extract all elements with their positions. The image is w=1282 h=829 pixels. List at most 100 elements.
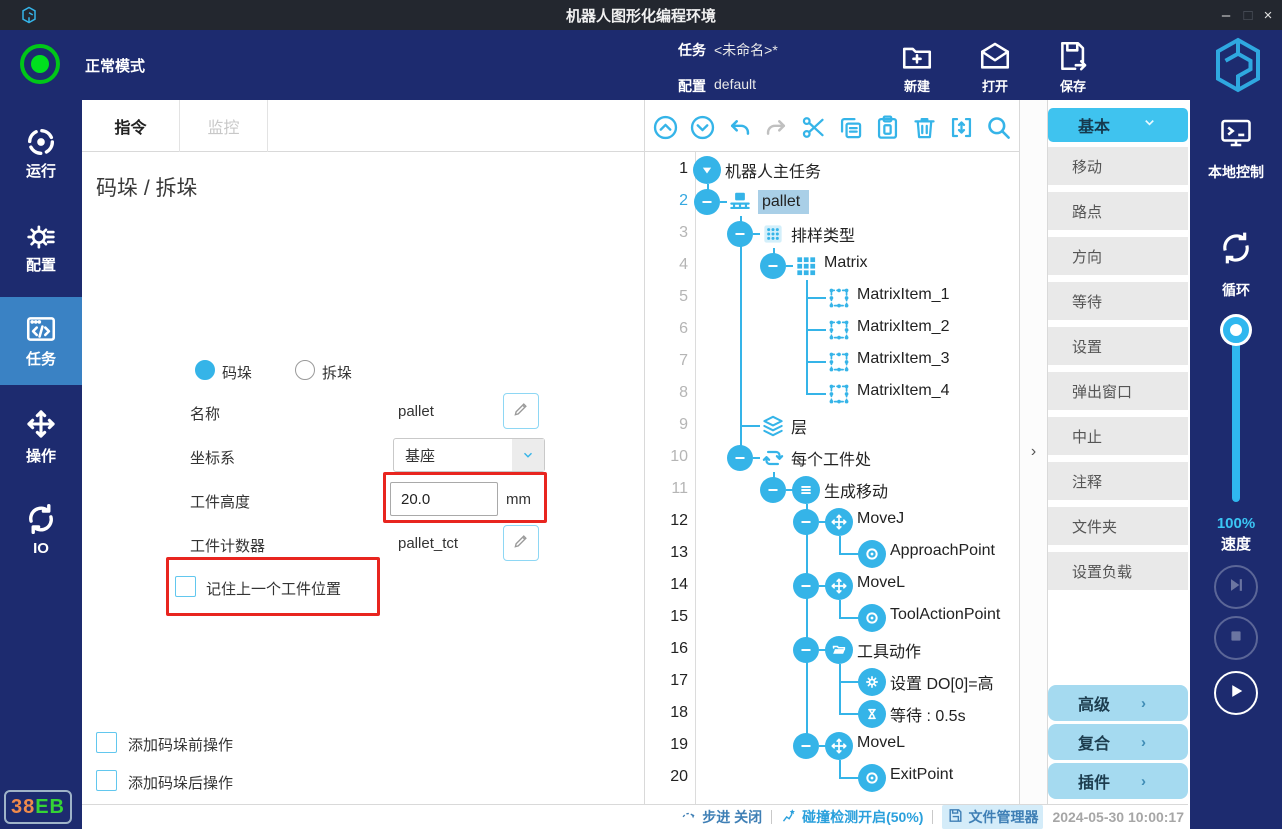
tree-node-label[interactable]: MoveL xyxy=(857,574,905,592)
sidebar-item-task[interactable]: 任务 xyxy=(0,312,82,370)
sidebar-item-label: 运行 xyxy=(25,163,56,180)
command-item-2[interactable]: 路点 xyxy=(1048,192,1188,230)
tree-node-label[interactable]: MoveL xyxy=(857,734,905,752)
chevron-right-icon: › xyxy=(1141,772,1146,790)
open-task-button[interactable]: 打开 xyxy=(960,39,1030,95)
play-button[interactable] xyxy=(1214,671,1258,715)
loop-icon[interactable] xyxy=(1216,228,1256,268)
command-item-1[interactable]: 移动 xyxy=(1048,147,1188,185)
tree-collapse-button[interactable] xyxy=(727,445,753,471)
tree-node-label[interactable]: 设置 DO[0]=高 xyxy=(890,670,994,694)
search-icon[interactable] xyxy=(985,114,1012,141)
chevron-down-icon xyxy=(1112,115,1188,135)
tree-collapse-button[interactable] xyxy=(727,221,753,247)
save-task-icon xyxy=(1056,39,1090,73)
delete-icon[interactable] xyxy=(911,114,938,141)
tree-node-label[interactable]: MatrixItem_2 xyxy=(857,318,949,336)
command-item-10[interactable]: 设置负载 xyxy=(1048,552,1188,590)
sidebar-item-run[interactable]: 运行 xyxy=(0,125,82,182)
header-button-label: 打开 xyxy=(981,79,1008,94)
tree-node-label[interactable]: 排样类型 xyxy=(791,222,855,246)
tree-collapse-button[interactable] xyxy=(793,509,819,535)
config-gear-icon xyxy=(24,220,58,254)
tree-collapse-button[interactable] xyxy=(793,573,819,599)
palletize-radio[interactable] xyxy=(195,360,215,380)
matrix-item-icon xyxy=(826,381,852,407)
paste-icon[interactable] xyxy=(874,114,901,141)
post-palletize-checkbox[interactable] xyxy=(96,770,117,791)
expand-all-icon[interactable] xyxy=(689,114,716,141)
command-item-9[interactable]: 文件夹 xyxy=(1048,507,1188,545)
tree-collapse-button[interactable] xyxy=(793,637,819,663)
command-item-3[interactable]: 方向 xyxy=(1048,237,1188,275)
tree-node-label[interactable]: 等待 : 0.5s xyxy=(890,702,966,726)
category-basic-header[interactable]: 基本 xyxy=(1048,108,1188,142)
panel-collapse-handle[interactable]: › xyxy=(1020,100,1048,804)
category-composite-button[interactable]: 复合 › xyxy=(1048,724,1188,760)
tree-connector-line xyxy=(839,713,859,715)
new-task-button[interactable]: 新建 xyxy=(882,39,952,95)
tree-node-label[interactable]: MatrixItem_4 xyxy=(857,382,949,400)
sidebar-item-io[interactable]: IO xyxy=(0,502,82,562)
speed-slider-track[interactable] xyxy=(1232,328,1240,502)
step-mode-status[interactable]: 步进 关闭 xyxy=(681,807,762,827)
page-title: 码垛 / 拆垛 xyxy=(96,177,198,200)
command-item-8[interactable]: 注释 xyxy=(1048,462,1188,500)
tree-node-label[interactable]: 层 xyxy=(791,414,807,438)
collapse-all-icon[interactable] xyxy=(652,114,679,141)
name-edit-button[interactable] xyxy=(503,393,539,429)
collision-icon xyxy=(781,807,798,827)
tree-node-label[interactable]: MatrixItem_3 xyxy=(857,350,949,368)
tree-line-number: 6 xyxy=(679,320,688,337)
tree-node-label[interactable]: ToolActionPoint xyxy=(890,606,1000,624)
copy-icon[interactable] xyxy=(837,114,864,141)
stop-button[interactable] xyxy=(1214,616,1258,660)
tree-collapse-button[interactable] xyxy=(760,477,786,503)
tree-node-label[interactable]: pallet xyxy=(758,190,810,214)
loop-label: 循环 xyxy=(1222,282,1250,298)
sidebar-item-config[interactable]: 配置 xyxy=(0,220,82,276)
command-item-6[interactable]: 弹出窗口 xyxy=(1048,372,1188,410)
sidebar-item-jog[interactable]: 操作 xyxy=(0,407,82,467)
step-forward-button[interactable] xyxy=(1214,565,1258,609)
collision-status[interactable]: 碰撞检测开启(50%) xyxy=(781,807,923,827)
command-item-4[interactable]: 等待 xyxy=(1048,282,1188,320)
command-item-5[interactable]: 设置 xyxy=(1048,327,1188,365)
close-button[interactable]: × xyxy=(1254,0,1282,30)
badge-orange-text: 38 xyxy=(10,795,36,818)
header-bar: 正常模式 任务 <未命名>* 配置 default 新建 打开 保存 xyxy=(0,30,1282,100)
tree-collapse-button[interactable] xyxy=(793,733,819,759)
tree-node-label[interactable]: 生成移动 xyxy=(824,478,888,502)
category-advanced-button[interactable]: 高级 › xyxy=(1048,685,1188,721)
undo-icon[interactable] xyxy=(726,114,753,141)
tree-node-label[interactable]: ExitPoint xyxy=(890,766,953,784)
file-manager-button[interactable]: 文件管理器 xyxy=(942,805,1044,829)
tree-collapse-button[interactable] xyxy=(760,253,786,279)
tab-instruction[interactable]: 指令 xyxy=(82,100,180,152)
command-item-7[interactable]: 中止 xyxy=(1048,417,1188,455)
run-icon xyxy=(24,125,58,159)
tree-node-label[interactable]: 机器人主任务 xyxy=(725,158,821,182)
tree-collapse-button[interactable] xyxy=(694,189,720,215)
badge-green-text: EB xyxy=(35,795,66,818)
tree-node-label[interactable]: MatrixItem_1 xyxy=(857,286,949,304)
local-control-icon[interactable] xyxy=(1218,115,1254,151)
pre-palletize-checkbox[interactable] xyxy=(96,732,117,753)
category-plugin-button[interactable]: 插件 › xyxy=(1048,763,1188,799)
insert-icon[interactable] xyxy=(948,114,975,141)
matrix-item-icon xyxy=(826,285,852,311)
cut-icon[interactable] xyxy=(800,114,827,141)
speed-slider-thumb[interactable] xyxy=(1223,317,1249,343)
tab-monitor[interactable]: 监控 xyxy=(180,100,268,152)
depalletize-radio[interactable] xyxy=(295,360,315,380)
save-task-button[interactable]: 保存 xyxy=(1038,39,1108,95)
tree-node-label[interactable]: MoveJ xyxy=(857,510,904,528)
tree-node-label[interactable]: 工具动作 xyxy=(857,638,921,662)
palletize-radio-label: 码垛 xyxy=(222,365,253,382)
chevron-right-icon: › xyxy=(1141,694,1146,712)
frame-dropdown[interactable]: 基座 xyxy=(393,438,545,472)
tree-node-label[interactable]: 每个工件处 xyxy=(791,446,871,470)
tree-node-label[interactable]: ApproachPoint xyxy=(890,542,995,560)
counter-edit-button[interactable] xyxy=(503,525,539,561)
tree-node-label[interactable]: Matrix xyxy=(824,254,868,272)
